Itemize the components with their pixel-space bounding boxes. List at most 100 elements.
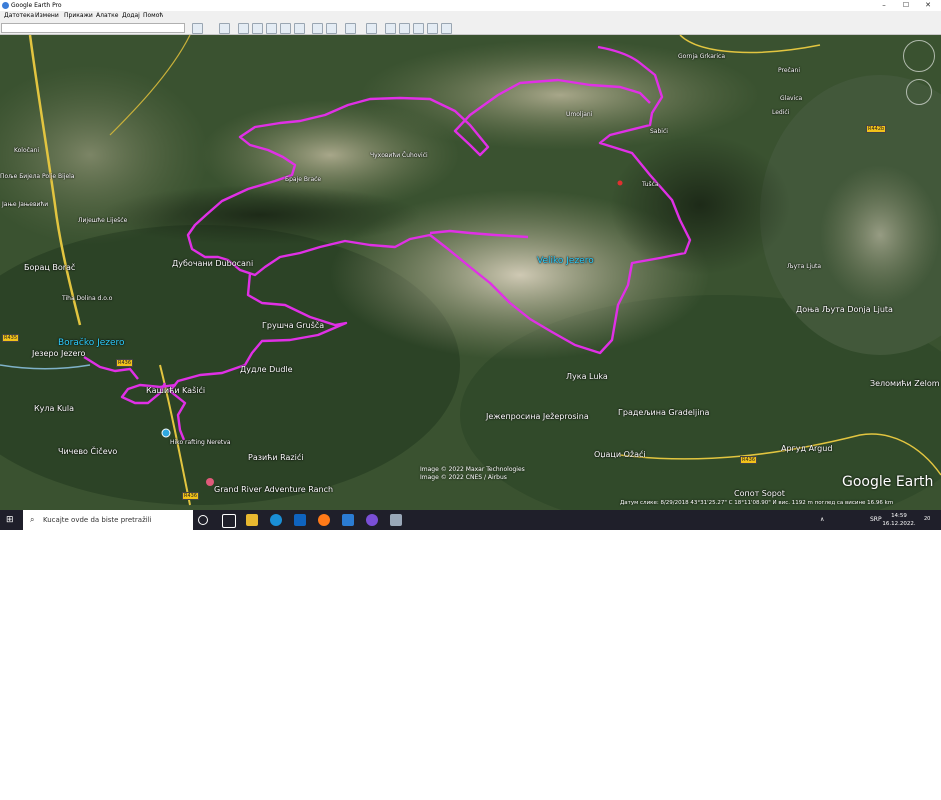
map-label: Tušća <box>642 181 659 188</box>
map-label: Чичево Čičevo <box>58 447 118 456</box>
map-label: Језеро Jezero <box>32 349 86 358</box>
map-label: Оџаци Ožaći <box>594 450 646 459</box>
search-icon: ⌕ <box>30 515 35 524</box>
planets-icon[interactable] <box>345 23 356 34</box>
map-label: Ledići <box>772 109 790 116</box>
map-label: Чуховићи Čuhovići <box>370 152 428 159</box>
view-in-maps-icon[interactable] <box>427 23 438 34</box>
save-image-icon[interactable] <box>413 23 424 34</box>
menu-tools[interactable]: Алатке <box>96 11 118 21</box>
task-view-icon[interactable] <box>222 514 236 528</box>
notification-count[interactable]: 20 <box>924 516 930 522</box>
start-icon[interactable]: ⊞ <box>6 514 18 526</box>
map-label: Зеломићи Zelom <box>870 379 940 388</box>
tour-icon[interactable] <box>294 23 305 34</box>
map-label: Koločani <box>14 147 40 154</box>
globe-icon[interactable] <box>441 23 452 34</box>
title-bar: Google Earth Pro – ☐ ✕ <box>0 0 941 11</box>
minimize-button[interactable]: – <box>873 0 895 11</box>
map-label: Јежепросина Ježeprosina <box>486 412 589 421</box>
google-earth-logo: Google Earth <box>842 474 934 490</box>
clock[interactable]: 14:59 16.12.2022. <box>880 512 918 528</box>
menu-help[interactable]: Помоћ <box>143 11 163 21</box>
imagery-credits: Image © 2022 Maxar Technologies Image © … <box>420 466 525 481</box>
location-pin-icon[interactable] <box>206 478 214 486</box>
map-label: Grand River Adventure Ranch <box>214 485 334 494</box>
map-label: Кула Kula <box>34 404 75 413</box>
sunlight-icon[interactable] <box>326 23 337 34</box>
ruler-icon[interactable] <box>366 23 377 34</box>
road-shield: R436 <box>740 456 758 464</box>
road-shield: R442b <box>866 125 887 133</box>
google-earth-taskbar-icon[interactable] <box>390 514 402 526</box>
road-shield: R436 <box>116 359 134 367</box>
poi-icon[interactable] <box>161 428 171 438</box>
map-label: Лијешће Liješće <box>78 217 128 224</box>
email-icon[interactable] <box>385 23 396 34</box>
map-label: Разићи Razići <box>248 453 304 462</box>
maximize-button[interactable]: ☐ <box>895 0 917 11</box>
map-label: Tiha Dolina d.o.o <box>62 295 113 302</box>
edge-icon[interactable] <box>270 514 282 526</box>
outlook-icon[interactable] <box>294 514 306 526</box>
menu-view[interactable]: Прикажи <box>64 11 93 21</box>
chevron-up-icon[interactable]: ∧ <box>820 510 824 530</box>
sidebar-toggle-icon[interactable] <box>219 23 230 34</box>
google-earth-window: Google Earth Pro – ☐ ✕ Датотека Измени П… <box>0 0 941 530</box>
map-label: Браје Braće <box>285 176 322 183</box>
toolbar <box>0 21 941 35</box>
map-label: Hiko rafting Neretva <box>170 439 231 446</box>
firefox-icon[interactable] <box>318 514 330 526</box>
mail-icon[interactable] <box>342 514 354 526</box>
taskbar-search[interactable]: ⌕ Kucajte ovde da biste pretražili <box>23 510 193 530</box>
road-shield: R435 <box>2 334 20 342</box>
map-label: Лука Luka <box>566 372 608 381</box>
image-overlay-icon[interactable] <box>280 23 291 34</box>
viber-icon[interactable] <box>366 514 378 526</box>
map-label: Дубочани Dubocаni <box>172 259 254 268</box>
map-label: Градељина Gradeljina <box>618 408 710 417</box>
menu-bar: Датотека Измени Прикажи Алатке Додај Пом… <box>0 11 941 21</box>
google-earth-icon <box>2 2 9 9</box>
map-label: Sabići <box>650 128 668 135</box>
map-label: Gornja Grkarica <box>678 53 726 60</box>
terrain-imagery <box>0 35 941 510</box>
placemark-icon[interactable] <box>238 23 249 34</box>
search-input[interactable] <box>1 23 185 33</box>
road-shield: R436 <box>182 492 200 500</box>
window-title: Google Earth Pro <box>11 2 62 9</box>
print-icon[interactable] <box>399 23 410 34</box>
map-view[interactable]: Velіko Jezero Boračko Jezero Језеро Jeze… <box>0 35 941 510</box>
status-bar: Датум слике: 8/29/2018 43°31'25.27" С 18… <box>620 500 894 506</box>
map-label: Кашићи Kašići <box>146 386 206 395</box>
historical-imagery-icon[interactable] <box>312 23 323 34</box>
map-label: Јање Јањевићи <box>2 201 49 208</box>
cortana-icon[interactable] <box>198 515 208 525</box>
menu-edit[interactable]: Измени <box>35 11 59 21</box>
map-label: Umoljani <box>566 111 593 118</box>
polygon-icon[interactable] <box>252 23 263 34</box>
map-label: Дудле Dudle <box>240 365 293 374</box>
map-label: Грушча Grušča <box>262 321 325 330</box>
search-icon[interactable] <box>192 23 203 34</box>
map-label: Сопот Sopot <box>734 489 785 498</box>
map-label: Аргуд Argud <box>781 444 833 453</box>
taskbar-search-placeholder: Kucajte ovde da biste pretražili <box>43 516 152 524</box>
compass-control[interactable] <box>903 40 935 72</box>
map-label: Velіko Jezero <box>537 256 594 266</box>
map-label: Доња Љута Donja Ljuta <box>796 305 893 314</box>
windows-taskbar: ⊞ ⌕ Kucajte ovde da biste pretražili ∧ S… <box>0 510 941 530</box>
menu-file[interactable]: Датотека <box>4 11 34 21</box>
file-explorer-icon[interactable] <box>246 514 258 526</box>
placemark-pin[interactable] <box>617 180 623 186</box>
path-icon[interactable] <box>266 23 277 34</box>
map-label: Поље Бијела Polje Bijela <box>0 173 75 180</box>
look-control[interactable] <box>906 79 932 105</box>
close-button[interactable]: ✕ <box>917 0 939 11</box>
map-label: Boračko Jezero <box>58 338 125 348</box>
menu-add[interactable]: Додај <box>122 11 140 21</box>
map-label: Борац Borač <box>24 263 76 272</box>
map-label: Љута Ljuta <box>787 263 822 270</box>
map-label: Glavica <box>780 95 803 102</box>
map-label: Prečani <box>778 67 800 74</box>
